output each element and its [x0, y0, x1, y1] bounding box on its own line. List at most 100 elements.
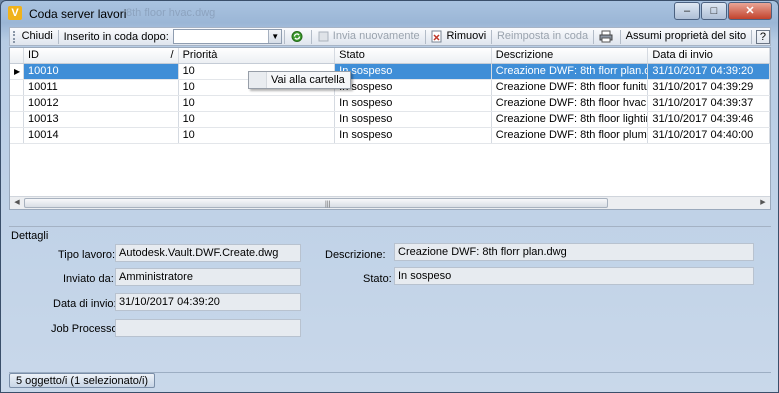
cell-send-date[interactable]: 31/10/2017 04:39:20 [648, 64, 770, 79]
cell-id[interactable]: 10011 [24, 80, 179, 95]
row-selector[interactable] [10, 96, 24, 111]
cell-priority[interactable]: 10 [179, 128, 336, 143]
sort-indicator: / [170, 49, 174, 61]
column-header-priority[interactable]: Priorità [179, 48, 336, 63]
table-row[interactable]: 10014 10 In sospeso Creazione DWF: 8th f… [10, 128, 770, 144]
remove-label: Rimuovi [446, 30, 487, 42]
toolbar-separator [619, 29, 621, 44]
site-properties-button[interactable]: Assumi proprietà del sito [623, 28, 749, 45]
scroll-left-icon[interactable]: ◀ [11, 197, 23, 209]
cell-priority[interactable]: 10 [179, 96, 336, 111]
job-queue-window: V Coda server lavori 8th floor hvac.dwg … [0, 0, 779, 393]
cell-state[interactable]: In sospeso [335, 80, 492, 95]
cell-send-date[interactable]: 31/10/2017 04:39:37 [648, 96, 770, 111]
toolbar-separator [311, 29, 312, 44]
cell-id[interactable]: 10010 [23, 64, 179, 79]
cell-id[interactable]: 10014 [24, 128, 179, 143]
cell-id[interactable]: 10013 [24, 112, 179, 127]
cell-description[interactable]: Creazione DWF: 8th floor lighting.d... [492, 112, 649, 127]
print-button[interactable] [596, 28, 618, 45]
sent-by-label: Inviato da: [63, 273, 114, 285]
remove-button[interactable]: Rimuovi [427, 28, 489, 45]
resend-icon [318, 31, 329, 42]
job-queue-grid[interactable]: ID / Priorità Stato Descrizione Data di i… [9, 47, 771, 210]
row-selector[interactable]: ▶ [10, 64, 24, 79]
row-selector[interactable] [10, 80, 24, 95]
cell-state[interactable]: In sospeso [335, 128, 492, 143]
column-header-id[interactable]: ID / [24, 48, 179, 63]
resend-label: Invia nuovamente [332, 30, 420, 42]
cell-state[interactable]: In sospeso [335, 96, 492, 111]
queued-after-combobox[interactable]: ▼ [172, 29, 283, 44]
description-label: Descrizione: [325, 249, 386, 261]
close-window-button[interactable]: ✕ [728, 2, 772, 20]
toolbar-separator [593, 29, 594, 44]
vault-app-icon: V [8, 6, 22, 20]
column-header-id-label: ID [27, 49, 39, 61]
context-menu-item-go-to-folder[interactable]: Vai alla cartella [271, 74, 345, 86]
cell-send-date[interactable]: 31/10/2017 04:39:46 [648, 112, 770, 127]
status-text: 5 oggetto/i (1 selezionato/i) [9, 373, 156, 388]
title-bar[interactable]: V Coda server lavori 8th floor hvac.dwg … [1, 1, 778, 25]
job-processor-field [115, 319, 301, 337]
toolbar-separator [424, 29, 426, 44]
cell-description[interactable]: Creazione DWF: 8th floor hvac.dwg [492, 96, 649, 111]
toolbar-separator [751, 29, 752, 44]
minimize-button[interactable]: ‒ [674, 2, 700, 20]
table-row[interactable]: ▶ 10010 10 In sospeso Creazione DWF: 8th… [10, 64, 770, 80]
cell-priority[interactable]: 10 [179, 112, 336, 127]
state-label: Stato: [363, 273, 392, 285]
refresh-button[interactable] [287, 28, 309, 45]
cell-send-date[interactable]: 31/10/2017 04:39:29 [648, 80, 770, 95]
table-row[interactable]: 10012 10 In sospeso Creazione DWF: 8th f… [10, 96, 770, 112]
toolbar-separator [284, 29, 285, 44]
remove-document-icon [431, 30, 442, 43]
row-header-corner [10, 48, 24, 63]
scroll-right-icon[interactable]: ▶ [757, 197, 769, 209]
cell-description[interactable]: Creazione DWF: 8th floor plumbing.... [492, 128, 649, 143]
description-field: Creazione DWF: 8th florr plan.dwg [394, 243, 754, 261]
cell-description[interactable]: Creazione DWF: 8th florr plan.dwg [491, 64, 649, 79]
horizontal-scrollbar[interactable]: ◀ ||| ▶ [10, 196, 770, 209]
chevron-down-icon[interactable]: ▼ [268, 30, 282, 43]
table-row[interactable]: 10011 10 In sospeso Creazione DWF: 8th f… [10, 80, 770, 96]
row-selector[interactable] [10, 112, 24, 127]
column-header-state[interactable]: Stato [335, 48, 492, 63]
grid-header: ID / Priorità Stato Descrizione Data di i… [10, 48, 770, 64]
sent-by-field: Amministratore [115, 268, 301, 286]
cell-state[interactable]: In sospeso [335, 64, 492, 79]
reset-queue-button[interactable]: Reimposta in coda [494, 28, 591, 45]
scrollbar-thumb[interactable]: ||| [24, 198, 608, 208]
toolbar-grip[interactable] [13, 30, 17, 43]
queued-after-label: Inserito in coda dopo: [63, 30, 169, 43]
job-type-label: Tipo lavoro: [58, 249, 116, 261]
toolbar-separator [57, 29, 59, 44]
context-menu-gutter [249, 72, 267, 88]
cell-state[interactable]: In sospeso [335, 112, 492, 127]
column-header-description[interactable]: Descrizione [492, 48, 649, 63]
send-date-field: 31/10/2017 04:39:20 [115, 293, 301, 311]
job-type-field: Autodesk.Vault.DWF.Create.dwg [115, 244, 301, 262]
toolbar: Chiudi Inserito in coda dopo: ▼ Invia nu… [9, 27, 771, 46]
maximize-button[interactable]: □ [701, 2, 727, 20]
cell-id[interactable]: 10012 [24, 96, 179, 111]
cell-description[interactable]: Creazione DWF: 8th floor funiture.d... [492, 80, 649, 95]
state-field: In sospeso [394, 267, 754, 285]
table-row[interactable]: 10013 10 In sospeso Creazione DWF: 8th f… [10, 112, 770, 128]
resend-button[interactable]: Invia nuovamente [314, 28, 423, 45]
scrollbar-grip-icon: ||| [325, 201, 331, 208]
job-processor-label: Job Processor [51, 323, 122, 335]
refresh-icon [291, 30, 303, 42]
send-date-label: Data di invio: [53, 298, 117, 310]
details-title: Dettagli [11, 230, 49, 242]
print-icon [599, 30, 613, 43]
window-title: Coda server lavori [29, 7, 127, 21]
toolbar-separator [491, 29, 492, 44]
help-icon: ? [759, 30, 767, 43]
cell-send-date[interactable]: 31/10/2017 04:40:00 [648, 128, 770, 143]
column-header-send-date[interactable]: Data di invio [648, 48, 770, 63]
row-selector[interactable] [10, 128, 24, 143]
close-button[interactable]: Chiudi [19, 28, 56, 45]
help-button[interactable]: ? [755, 29, 771, 44]
background-window-title: 8th floor hvac.dwg [126, 7, 216, 19]
